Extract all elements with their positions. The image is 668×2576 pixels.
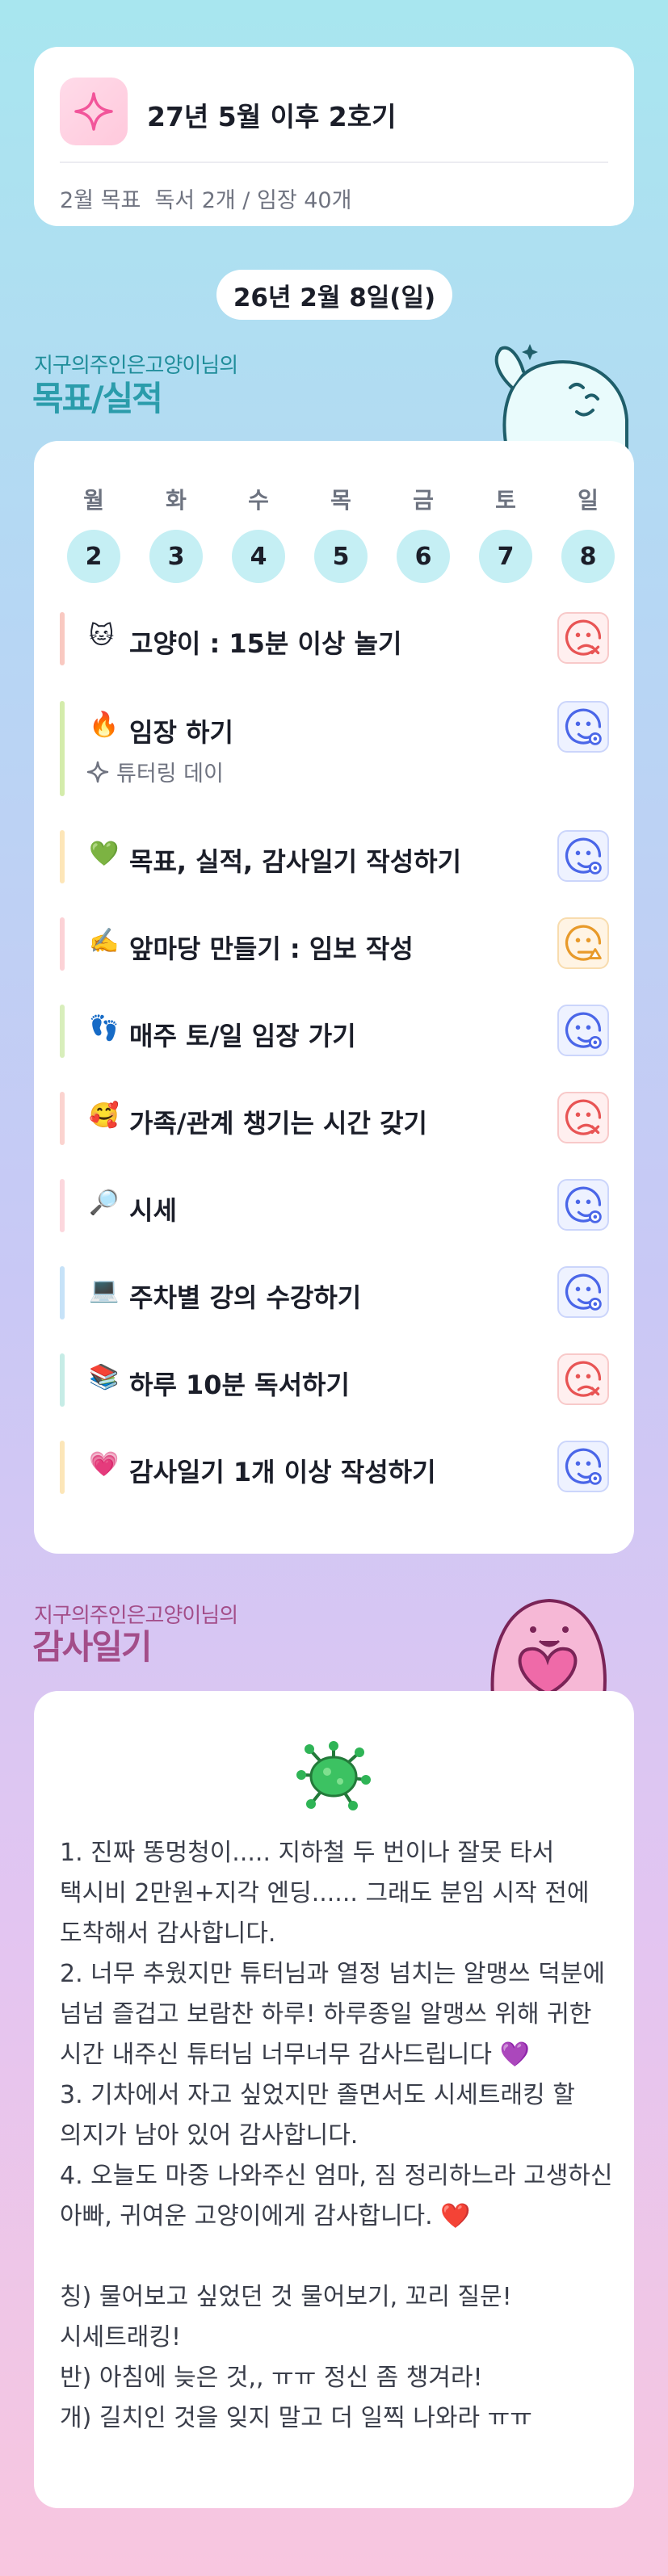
goal-color-bar — [60, 1266, 65, 1319]
goal-item[interactable]: 💚 목표, 실적, 감사일기 작성하기 — [60, 830, 609, 887]
goal-color-bar — [60, 1005, 65, 1058]
sparkle-icon — [86, 761, 109, 782]
goal-color-bar — [60, 830, 65, 883]
date-circle[interactable]: 8 — [561, 530, 615, 583]
goal-subtitle: 2월 목표 독서 2개 / 임장 40개 — [60, 188, 352, 213]
heart-mascot-icon — [483, 1591, 612, 1699]
goal-label: 목표, 실적, 감사일기 작성하기 — [129, 846, 462, 877]
weekday-label: 목 — [330, 487, 351, 514]
date-circle[interactable]: 3 — [149, 530, 203, 583]
date-circle[interactable]: 7 — [479, 530, 532, 583]
date-circle[interactable]: 5 — [314, 530, 368, 583]
goal-emoji-icon: 💗 — [89, 1450, 120, 1479]
weekday-label: 금 — [413, 487, 434, 514]
goal-item[interactable]: 🔥 임장 하기튜터링 데이 — [60, 701, 609, 798]
goal-emoji-icon: 🔥 — [89, 711, 120, 739]
goal-color-bar — [60, 1441, 65, 1494]
goal-emoji-icon: 📚 — [89, 1363, 120, 1391]
goal-label: 시세 — [129, 1195, 177, 1226]
goals-section-title: 목표/실적 — [32, 379, 163, 418]
divider — [60, 162, 608, 163]
weekday-label: 월 — [83, 487, 104, 514]
date-circle[interactable]: 6 — [397, 530, 450, 583]
goal-color-bar — [60, 1179, 65, 1232]
smile-check-face-icon[interactable] — [557, 1266, 609, 1318]
weekday-label: 화 — [166, 487, 187, 514]
goal-item[interactable]: 💗 감사일기 1개 이상 작성하기 — [60, 1441, 609, 1497]
weekday-label: 일 — [578, 487, 599, 514]
goal-label: 고양이 : 15분 이상 놀기 — [129, 628, 402, 659]
goal-item[interactable]: 👣 매주 토/일 임장 가기 — [60, 1005, 609, 1061]
smile-check-face-icon[interactable] — [557, 701, 609, 753]
goal-item[interactable]: 🥰 가족/관계 챙기는 시간 갖기 — [60, 1092, 609, 1148]
goal-emoji-icon: ✍️ — [89, 927, 120, 955]
waving-mascot-icon — [483, 339, 636, 455]
diary-section-title: 감사일기 — [32, 1627, 153, 1667]
goal-emoji-icon: 💚 — [89, 840, 120, 868]
goals-list-card: 월 화 수 목 금 토 일 2 3 4 5 6 7 8 🐱 고양이 : 15분 이… — [34, 441, 634, 1554]
goal-sub-text: 튜터링 데이 — [116, 761, 224, 787]
neutral-triangle-face-icon[interactable] — [557, 917, 609, 969]
goal-label: 가족/관계 챙기는 시간 갖기 — [129, 1108, 427, 1139]
date-circle[interactable]: 2 — [67, 530, 120, 583]
weekday-label: 수 — [248, 487, 269, 514]
sad-x-face-icon[interactable] — [557, 1353, 609, 1405]
diary-text: 1. 진짜 똥멍청이..... 지하철 두 번이나 잘못 타서 택시비 2만원+… — [60, 1839, 613, 2432]
goal-label: 주차별 강의 수강하기 — [129, 1282, 362, 1313]
smile-check-face-icon[interactable] — [557, 830, 609, 882]
goal-emoji-icon: 🐱 — [89, 622, 115, 650]
weekday-label: 토 — [495, 487, 516, 514]
date-circle[interactable]: 4 — [232, 530, 285, 583]
goal-color-bar — [60, 612, 65, 665]
goal-item[interactable]: ✍️ 앞마당 만들기 : 임보 작성 — [60, 917, 609, 974]
smile-check-face-icon[interactable] — [557, 1179, 609, 1231]
goal-emoji-icon: 💻 — [89, 1276, 120, 1304]
goal-emoji-icon: 👣 — [89, 1014, 120, 1043]
goal-item[interactable]: 🔎 시세 — [60, 1179, 609, 1236]
goal-item[interactable]: 📚 하루 10분 독서하기 — [60, 1353, 609, 1410]
goal-color-bar — [60, 917, 65, 971]
goal-item[interactable]: 🐱 고양이 : 15분 이상 놀기 — [60, 612, 609, 669]
goal-label: 앞마당 만들기 : 임보 작성 — [129, 933, 414, 964]
date-label[interactable]: 26년 2월 8일(일) — [216, 270, 452, 320]
goal-sub-label: 튜터링 데이 — [86, 756, 224, 787]
goal-emoji-icon: 🥰 — [89, 1101, 120, 1130]
goal-color-bar — [60, 1092, 65, 1145]
goal-item[interactable]: 💻 주차별 강의 수강하기 — [60, 1266, 609, 1323]
monthly-goal-card: 27년 5월 이후 2호기 2월 목표 독서 2개 / 임장 40개 — [34, 47, 634, 226]
goal-label: 감사일기 1개 이상 작성하기 — [129, 1457, 436, 1487]
goal-label: 하루 10분 독서하기 — [129, 1370, 350, 1400]
goal-color-bar — [60, 701, 65, 796]
goal-emoji-icon: 🔎 — [89, 1189, 120, 1217]
sad-x-face-icon[interactable] — [557, 1092, 609, 1143]
smile-check-face-icon[interactable] — [557, 1441, 609, 1492]
goal-title: 27년 5월 이후 2호기 — [147, 101, 397, 132]
goal-label: 매주 토/일 임장 가기 — [129, 1021, 356, 1051]
sparkle-icon — [60, 78, 128, 145]
smile-check-face-icon[interactable] — [557, 1005, 609, 1056]
goal-label: 임장 하기 — [129, 717, 233, 748]
germ-icon — [295, 1739, 372, 1815]
gratitude-diary-card: 1. 진짜 똥멍청이..... 지하철 두 번이나 잘못 타서 택시비 2만원+… — [34, 1691, 634, 2508]
goal-color-bar — [60, 1353, 65, 1407]
sad-x-face-icon[interactable] — [557, 612, 609, 664]
